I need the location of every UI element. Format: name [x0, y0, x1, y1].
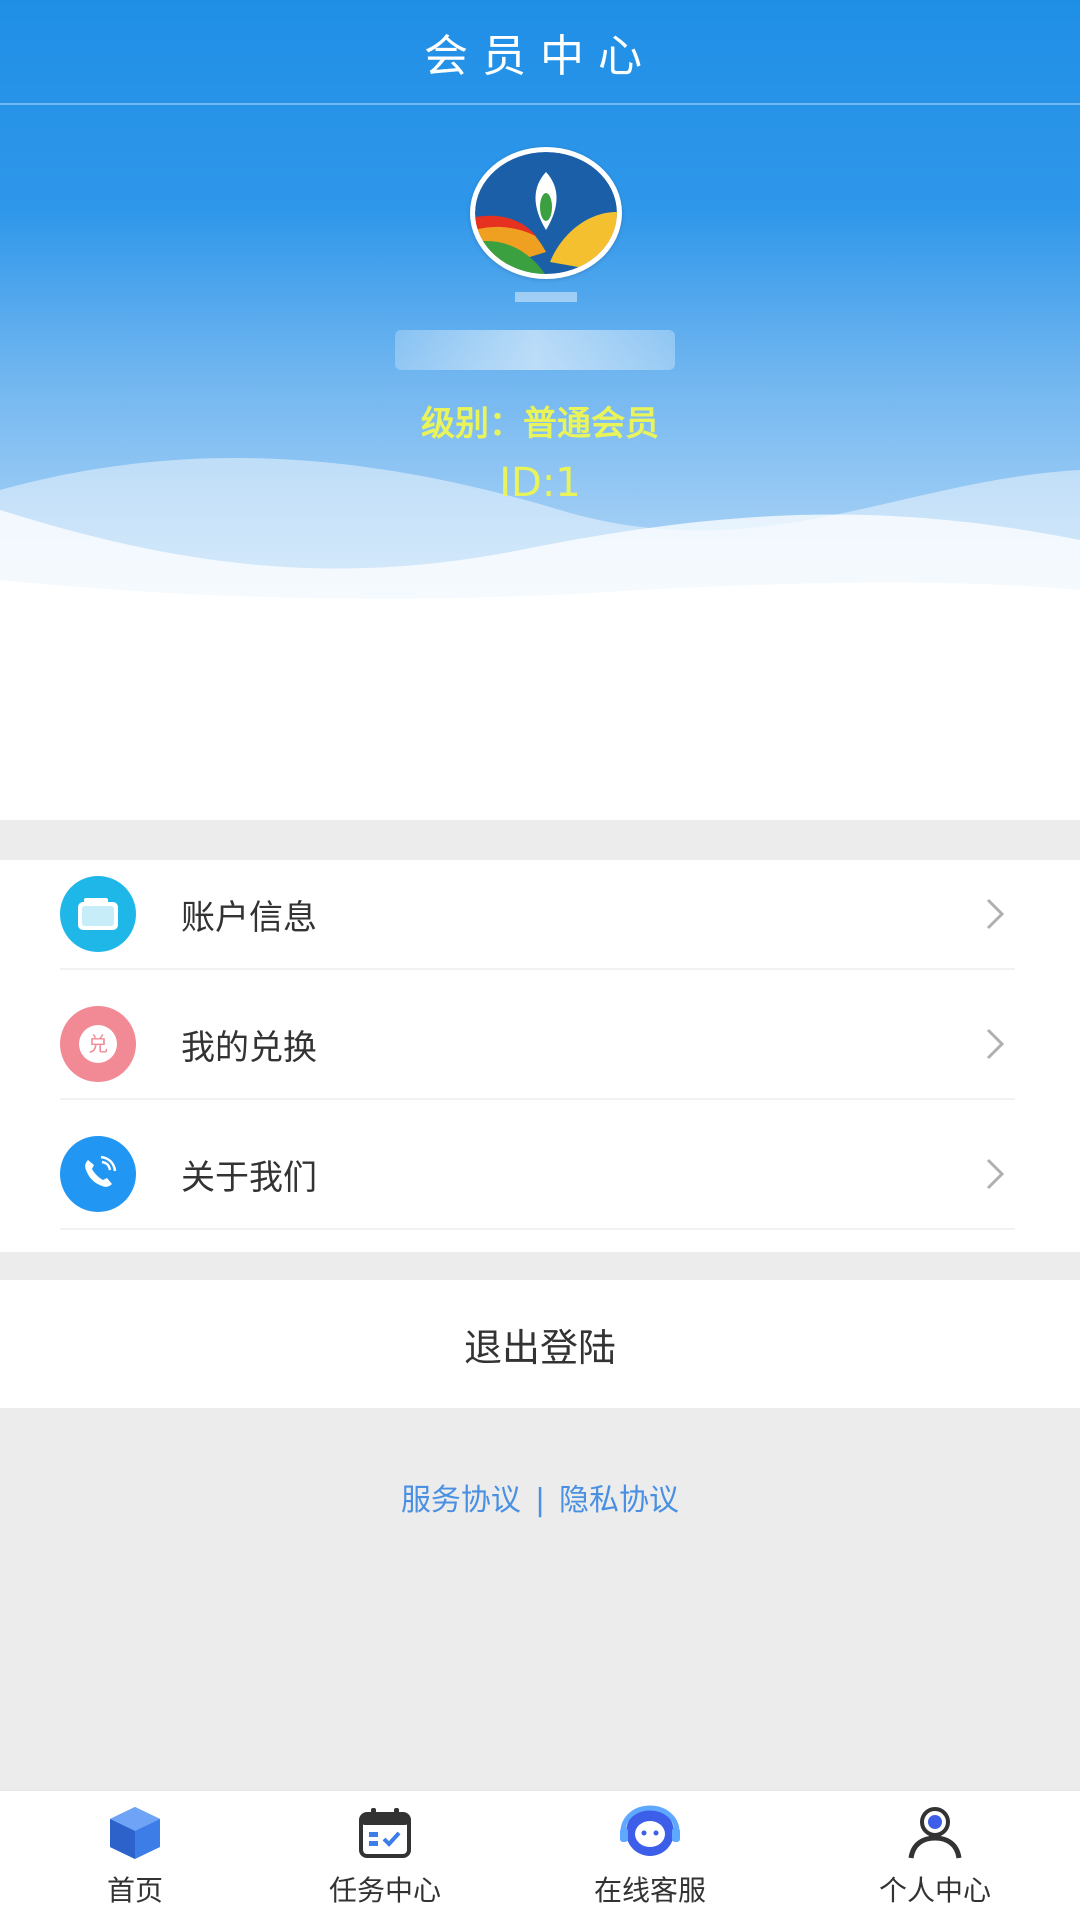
menu-list: 账户信息 兑 我的兑换 关于我们 [0, 860, 1080, 1252]
tab-label: 任务中心 [328, 1874, 441, 1907]
menu-item-label: 账户信息 [181, 897, 317, 938]
member-level: 级别：普通会员 [421, 404, 659, 444]
footer-links: 服务协议 | 隐私协议 [0, 1475, 1080, 1519]
phone-icon [60, 1136, 136, 1212]
calendar-icon [353, 1803, 417, 1863]
tab-label: 首页 [106, 1874, 163, 1907]
tab-online-support[interactable]: 在线客服 [515, 1791, 785, 1920]
logo-icon [475, 152, 617, 274]
chevron-right-icon [975, 1154, 1015, 1194]
title-bar: 会员中心 [0, 0, 1080, 105]
profile-header: 会员中心 级别：普通会员 ID:1 [0, 0, 1080, 820]
chevron-right-icon [975, 894, 1015, 934]
avatar[interactable] [470, 147, 622, 279]
cube-icon [103, 1803, 167, 1863]
tab-profile[interactable]: 个人中心 [800, 1791, 1070, 1920]
user-icon [903, 1803, 967, 1863]
menu-item-label: 我的兑换 [181, 1027, 317, 1068]
username-placeholder-line [515, 292, 577, 302]
chevron-right-icon [975, 1024, 1015, 1064]
username [395, 330, 675, 370]
page-title: 会员中心 [424, 30, 656, 82]
wallet-icon [60, 876, 136, 952]
service-agreement-link[interactable]: 服务协议 [401, 1483, 521, 1518]
menu-item-account-info[interactable]: 账户信息 [60, 860, 1015, 970]
member-id: ID:1 [499, 460, 581, 506]
menu-item-about-us[interactable]: 关于我们 [60, 1120, 1015, 1230]
menu-item-label: 关于我们 [181, 1157, 317, 1198]
bottom-tab-bar: 首页 任务中心 在线客服 个人中心 [0, 1790, 1080, 1920]
tab-task-center[interactable]: 任务中心 [250, 1791, 520, 1920]
menu-item-my-exchange[interactable]: 兑 我的兑换 [60, 990, 1015, 1100]
logout-button[interactable]: 退出登陆 [0, 1280, 1080, 1408]
tab-home[interactable]: 首页 [0, 1791, 270, 1920]
tab-label: 在线客服 [593, 1874, 706, 1907]
support-icon [618, 1803, 682, 1863]
svg-text:兑: 兑 [88, 1032, 108, 1056]
tab-label: 个人中心 [878, 1874, 991, 1907]
exchange-icon: 兑 [60, 1006, 136, 1082]
link-separator: | [534, 1483, 546, 1518]
wave-decoration [0, 457, 1080, 620]
privacy-policy-link[interactable]: 隐私协议 [559, 1483, 679, 1518]
